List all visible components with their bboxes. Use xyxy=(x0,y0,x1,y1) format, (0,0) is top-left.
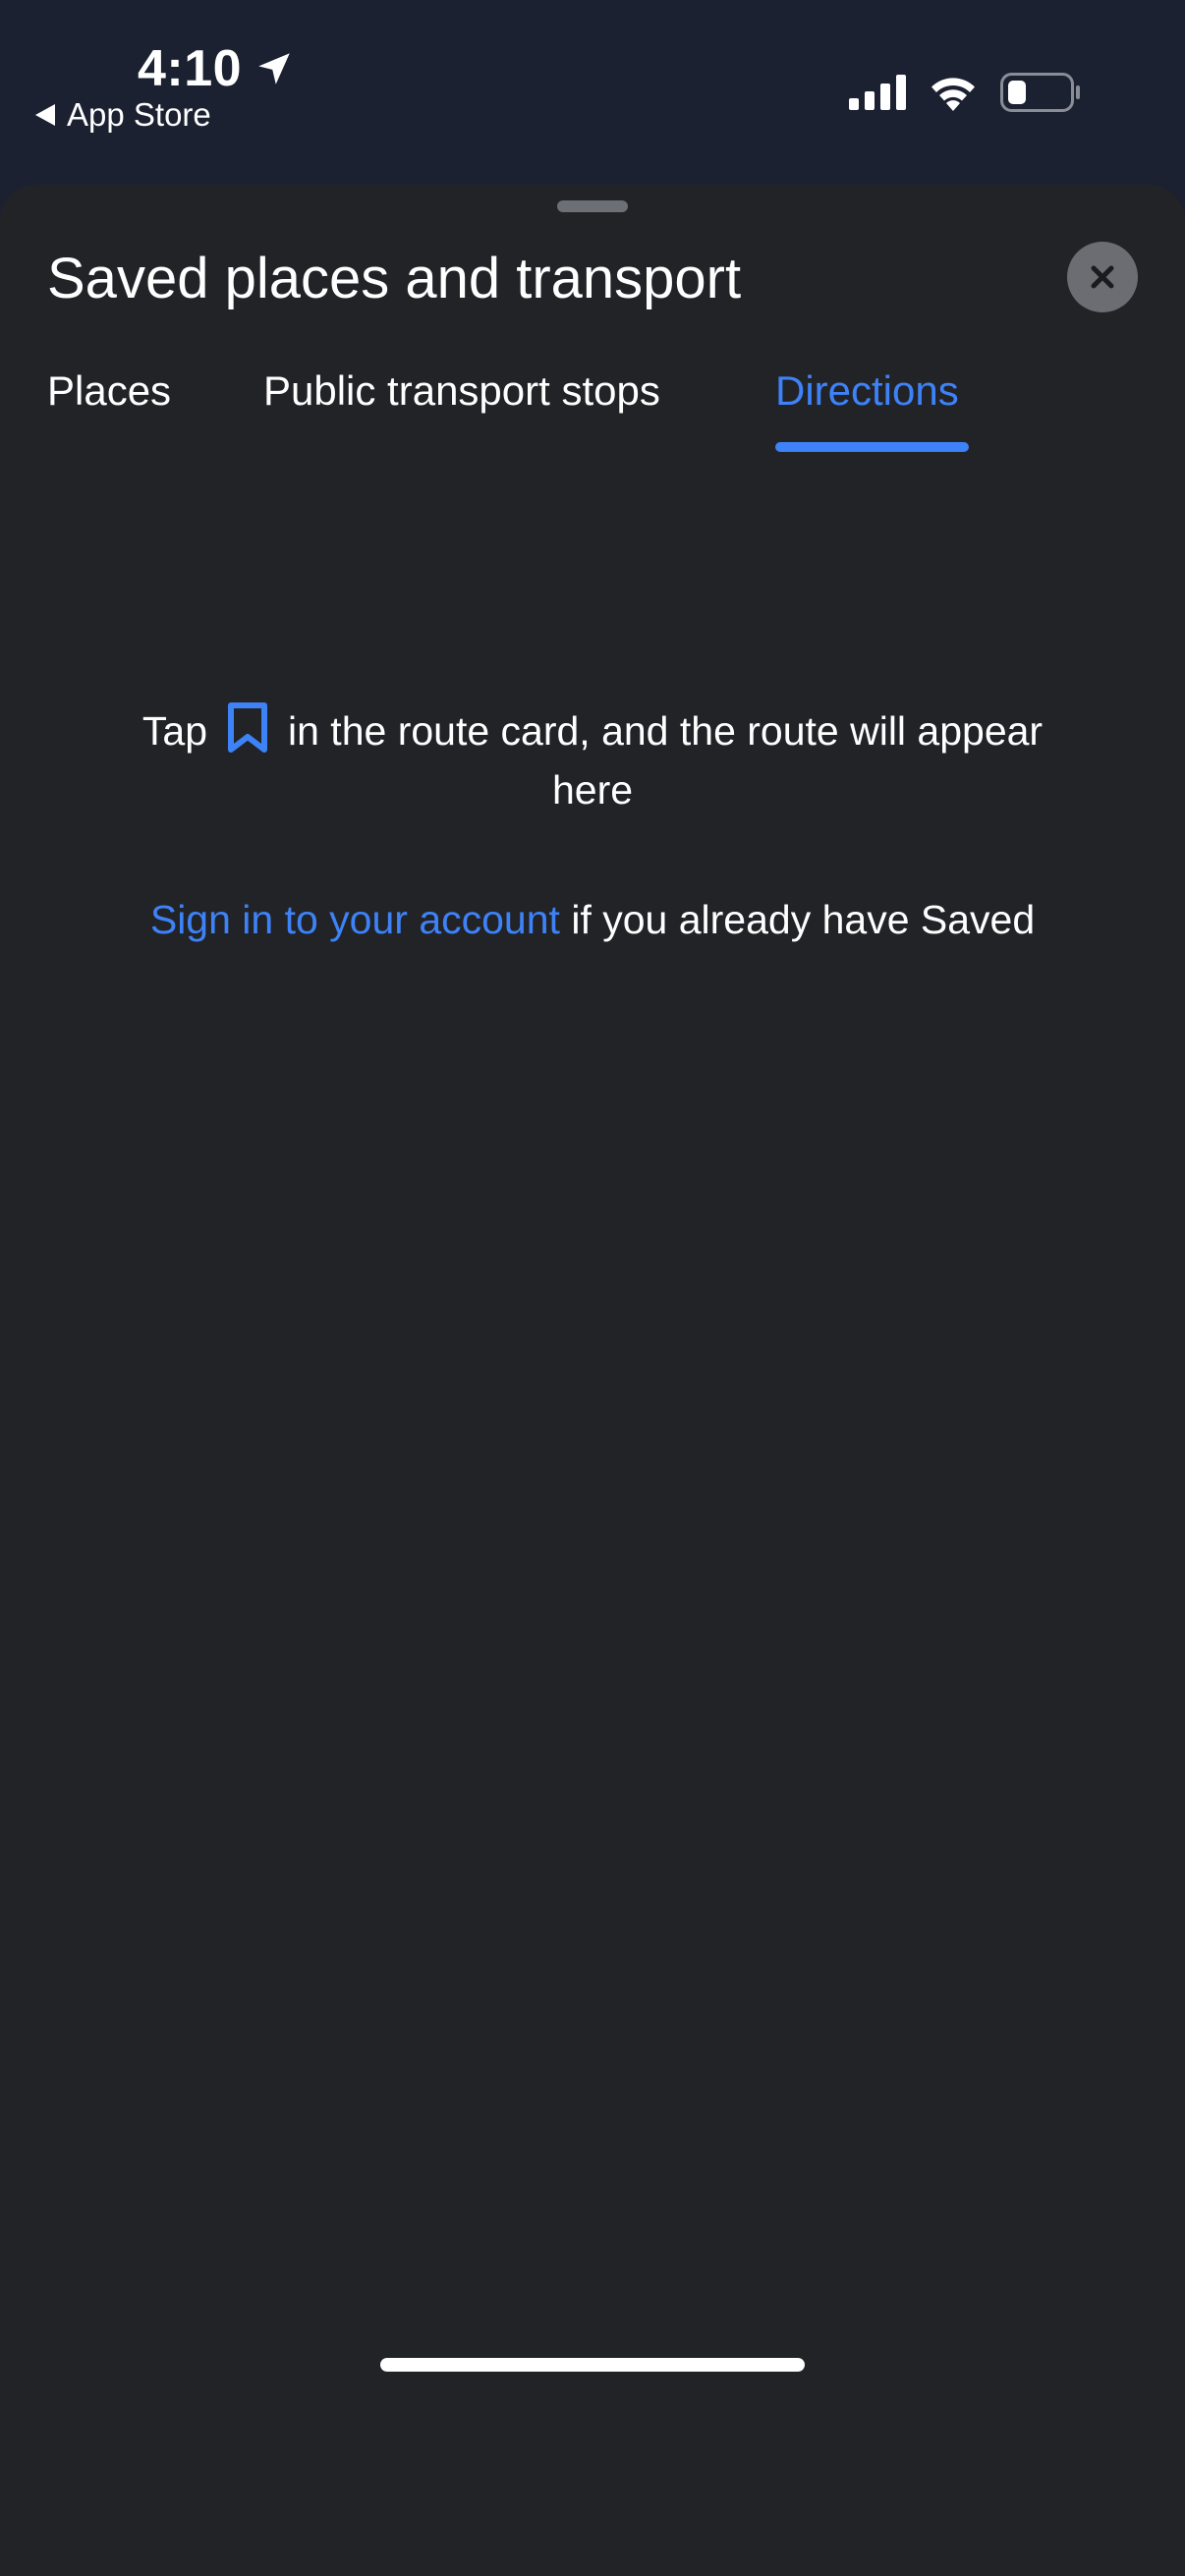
back-to-app-button[interactable]: App Store xyxy=(35,96,211,134)
home-indicator[interactable] xyxy=(380,2358,805,2372)
saved-places-sheet: Saved places and transport Places Public… xyxy=(0,185,1185,2576)
clock: 4:10 xyxy=(138,39,295,98)
wifi-icon xyxy=(931,78,975,111)
sheet-title: Saved places and transport xyxy=(47,247,742,310)
location-arrow-icon xyxy=(258,53,290,84)
status-bar: 4:10 App Store xyxy=(0,0,1185,187)
close-button[interactable] xyxy=(1067,242,1138,312)
signin-rest-text: if you already have Saved xyxy=(571,897,1036,942)
back-app-label: App Store xyxy=(67,96,211,133)
hint-prefix: Tap xyxy=(141,708,207,754)
clock-time: 4:10 xyxy=(138,40,243,97)
tab-bar: Places Public transport stops Directions xyxy=(0,367,1185,456)
signin-prompt: Sign in to your account if you already h… xyxy=(0,890,1185,949)
active-tab-indicator xyxy=(775,442,969,452)
tab-directions[interactable]: Directions xyxy=(775,367,959,415)
cellular-signal-icon xyxy=(849,75,906,110)
hint-suffix: in the route card, and the route will ap… xyxy=(288,708,1044,813)
close-icon xyxy=(1091,265,1114,289)
sheet-grabber-handle[interactable] xyxy=(557,200,628,212)
back-triangle-icon xyxy=(35,104,55,126)
status-icons xyxy=(849,73,1081,112)
bookmark-icon xyxy=(228,702,267,754)
tab-public-transport-stops[interactable]: Public transport stops xyxy=(263,367,660,415)
empty-state-hint: Tap in the route card, and the route wil… xyxy=(98,701,1087,819)
sign-in-link[interactable]: Sign in to your account xyxy=(150,897,560,942)
battery-icon xyxy=(1000,73,1080,112)
tab-places[interactable]: Places xyxy=(47,367,171,415)
